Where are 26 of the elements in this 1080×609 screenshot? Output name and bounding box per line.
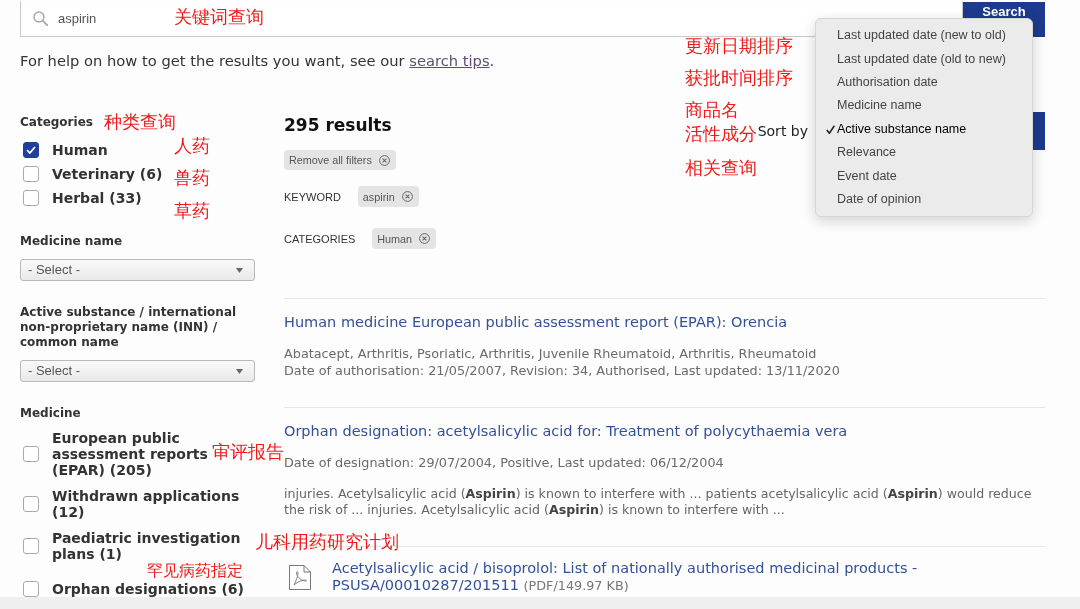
- result-snippet: injuries. Acetylsalicylic acid (Aspirin) is known to interfere with ... patients acetylsalicylic acid (Aspirin) would reduce the risk of ... injuries. Acetylsalicylic acid (Aspirin) is known to interfere with ...: [284, 486, 1033, 518]
- annotation-label: 获批时间排序: [685, 68, 793, 88]
- annotation-label: 更新日期排序: [685, 36, 793, 56]
- annotation-label: 种类查询: [104, 112, 176, 132]
- result-details: Abatacept, Arthritis, Psoriatic, Arthritis, Juvenile Rheumatoid, Arthritis, Rheumatoid: [284, 345, 817, 362]
- annotation-label: 草药: [174, 201, 210, 221]
- annotation-label: 活性成分: [685, 124, 757, 144]
- annotation-label: 人药: [174, 136, 210, 156]
- annotation-label: 审评报告: [212, 442, 284, 462]
- annotation-label: 兽药: [174, 168, 210, 188]
- help-text: For help on how to get the results you want, see our search tips.: [20, 52, 495, 70]
- sort-label: Sort by: [757, 122, 808, 140]
- annotation-label: 商品名: [685, 100, 739, 120]
- annotation-label: 相关查询: [685, 158, 757, 178]
- result-details: Date of authorisation: 21/05/2007, Revision: 34, Authorised, Last updated: 13/11/2020: [284, 362, 840, 379]
- filter-heading: Medicine name: [20, 234, 123, 249]
- annotation-label: 儿科用药研究计划: [255, 532, 399, 552]
- filter-label: KEYWORD: [284, 189, 341, 204]
- annotation-label: 关键词查询: [174, 7, 264, 27]
- result-details: Date of designation: 29/07/2004, Positive, Last updated: 06/12/2004: [284, 454, 724, 471]
- annotation-label: 罕见病药指定: [147, 563, 243, 579]
- filter-heading: Medicine: [20, 406, 81, 421]
- results-count: 295 results: [284, 114, 392, 136]
- filter-label: CATEGORIES: [284, 231, 356, 246]
- filter-heading: Active substance / international non-proprietary name (INN) / common name: [20, 305, 238, 350]
- filter-heading: Categories: [20, 115, 93, 130]
